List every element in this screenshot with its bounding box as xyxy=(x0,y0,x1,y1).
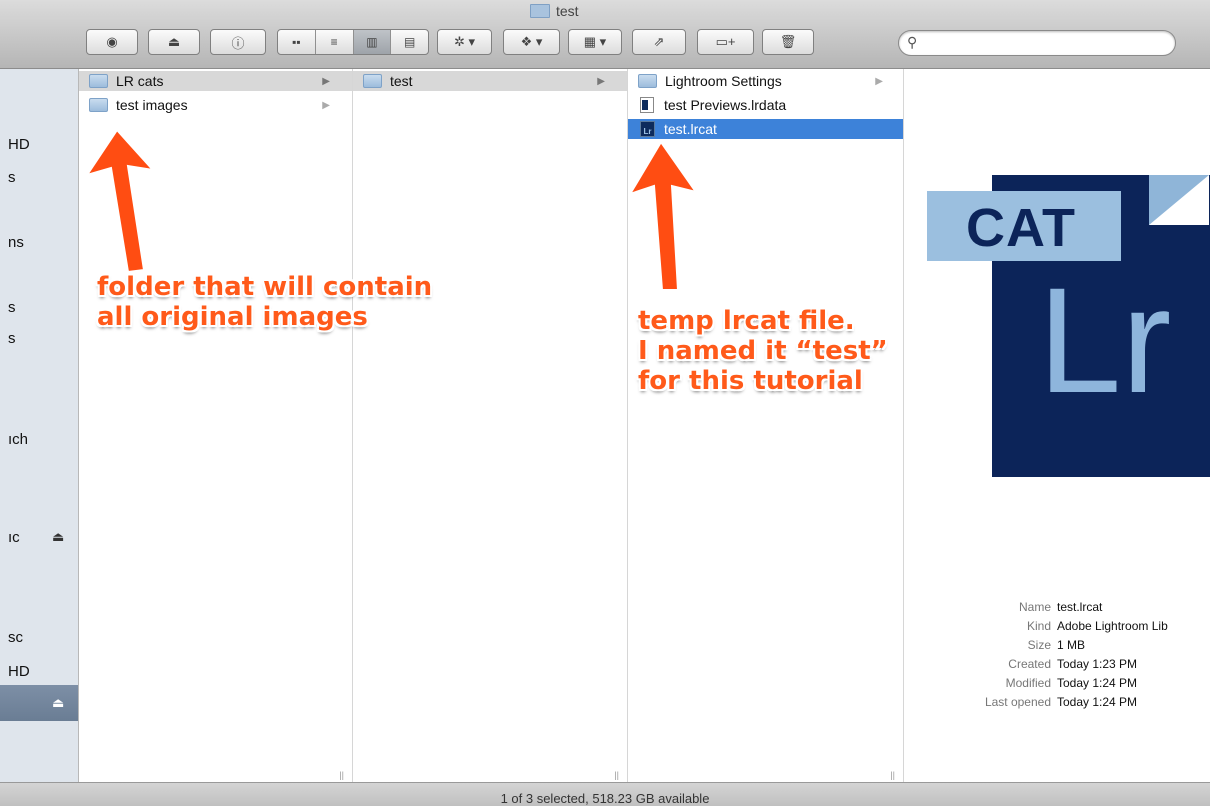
annotation-line: for this tutorial xyxy=(638,366,863,396)
annotation-line: all original images xyxy=(97,302,368,332)
annotation-line: I named it “test” xyxy=(638,336,888,366)
annotation-layer xyxy=(84,128,699,291)
annotation-line: temp lrcat file. xyxy=(638,306,855,336)
status-text: 1 of 3 selected, 518.23 GB available xyxy=(500,791,710,806)
annotation-left: folder that will contain all original im… xyxy=(97,272,432,332)
annotation-right: temp lrcat file. I named it “test” for t… xyxy=(638,306,888,396)
arrow-icon xyxy=(84,128,156,274)
status-bar: 1 of 3 selected, 518.23 GB available xyxy=(0,782,1210,806)
annotation-line: folder that will contain xyxy=(97,272,433,302)
arrow-icon xyxy=(627,140,699,291)
